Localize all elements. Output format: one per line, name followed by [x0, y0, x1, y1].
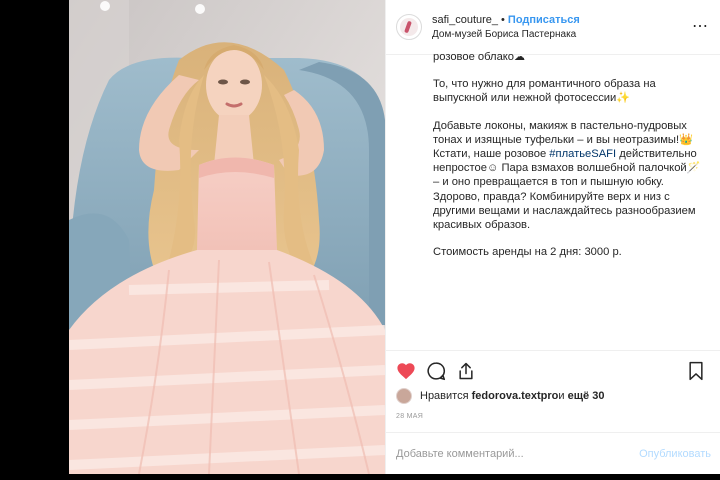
author-avatar[interactable]: [396, 14, 422, 40]
more-icon[interactable]: ⋯: [692, 16, 709, 36]
divider: [386, 350, 720, 351]
header-row: safi_couture_ • Подписаться: [432, 13, 580, 27]
caption-paragraph: розовое облако☁: [433, 51, 526, 63]
post-header: safi_couture_ • Подписаться Дом-музей Бори…: [386, 0, 720, 55]
heart-icon[interactable]: [394, 359, 418, 383]
hashtag-link[interactable]: #платьеSAFI: [549, 148, 616, 160]
share-icon[interactable]: [454, 359, 478, 383]
photo-image: [69, 0, 385, 474]
post-location[interactable]: Дом-музей Бориса Пастернака: [432, 28, 580, 42]
likes-count-link[interactable]: ещё 30: [568, 390, 605, 402]
instagram-post: safi_couture_ • Подписаться Дом-музей Бори…: [69, 0, 720, 474]
post-sidebar: safi_couture_ • Подписаться Дом-музей Бори…: [385, 0, 720, 474]
separator-dot: •: [501, 13, 505, 26]
follow-button[interactable]: Подписаться: [508, 14, 580, 26]
bookmark-icon[interactable]: [684, 359, 708, 383]
liker-username[interactable]: fedorova.textpro: [472, 390, 559, 402]
comment-icon[interactable]: [424, 359, 448, 383]
caption-paragraph: Стоимость аренды на 2 дня: 3000 р.: [433, 246, 622, 259]
caption-text: действительно непростое☺ Пара взмахов во…: [433, 148, 701, 232]
post-date[interactable]: 28 МАЯ: [396, 413, 423, 420]
liker-avatar[interactable]: [396, 388, 412, 404]
comment-input[interactable]: [396, 447, 640, 460]
comment-form: Опубликовать: [386, 432, 720, 474]
likes-middle: и: [558, 390, 565, 402]
header-text: safi_couture_ • Подписаться Дом-музей Бори…: [432, 13, 580, 42]
author-username[interactable]: safi_couture_: [432, 14, 498, 26]
post-caption: розовое облако☁ То, что нужно для романт…: [433, 50, 703, 340]
caption-paragraph: Добавьте локоны, макияж в пастельно-пудр…: [433, 119, 703, 233]
post-photo[interactable]: [69, 0, 385, 474]
likes-prefix: Нравится: [420, 390, 469, 402]
caption-paragraph: То, что нужно для романтичного образа на…: [433, 78, 656, 105]
brand-logo: [400, 18, 418, 36]
action-bar: [394, 359, 714, 385]
likes-summary: Нравится fedorova.textpro и ещё 30: [396, 388, 604, 404]
publish-button[interactable]: Опубликовать: [639, 448, 711, 460]
